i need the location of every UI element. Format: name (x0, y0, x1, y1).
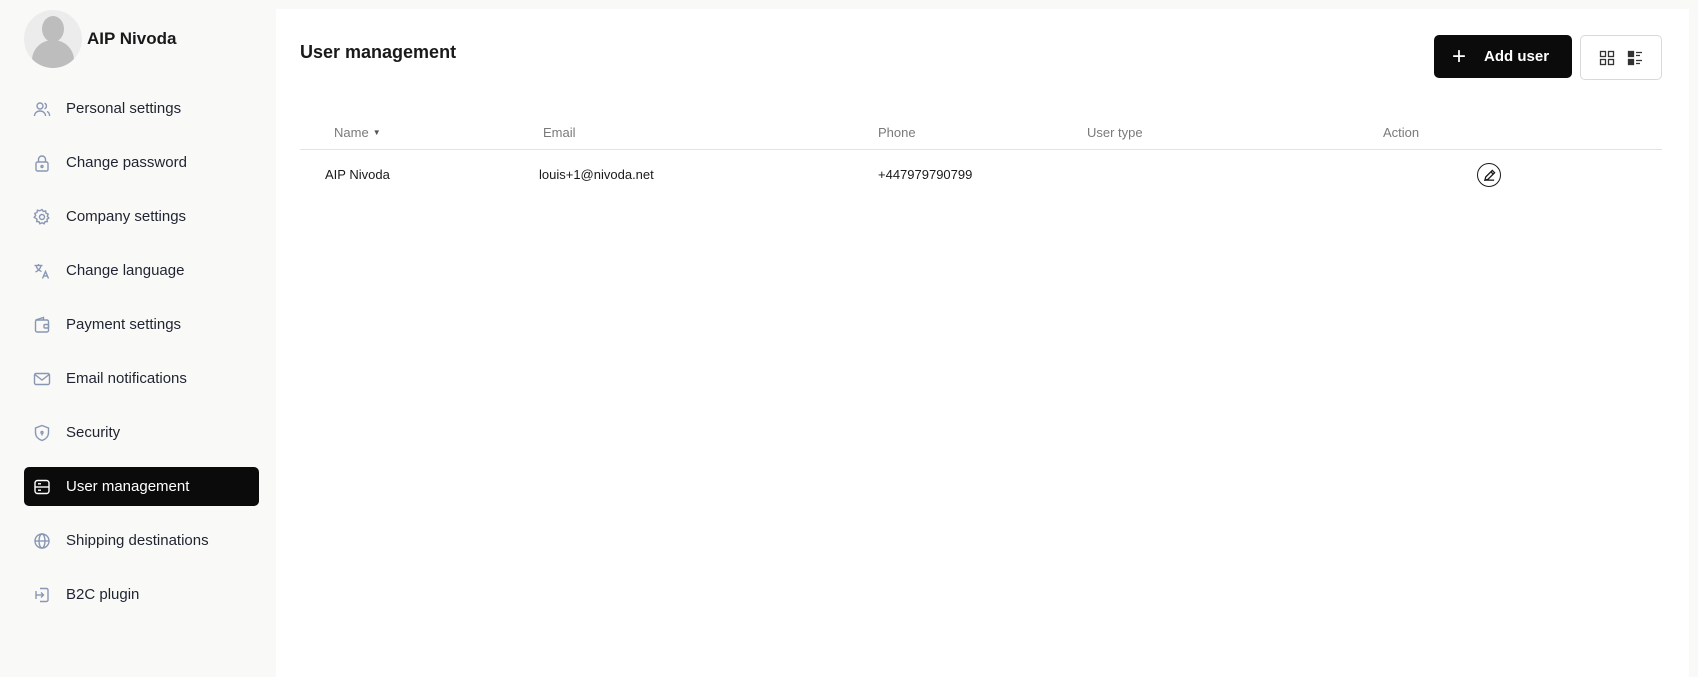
shield-icon (33, 424, 51, 442)
translate-icon (33, 262, 51, 280)
sidebar-item-label: Payment settings (66, 316, 182, 333)
plugin-icon (33, 586, 51, 604)
sidebar-item-label: Change language (66, 262, 185, 279)
plus-icon: + (1452, 42, 1467, 70)
sidebar-item-label: Email notifications (66, 370, 187, 387)
edit-user-button[interactable] (1477, 163, 1501, 187)
sidebar-item-payment-settings[interactable]: Payment settings (24, 305, 259, 344)
table-header: Name ▼ Email Phone User type Action (300, 114, 1662, 150)
avatar (24, 10, 82, 68)
sidebar-item-company-settings[interactable]: Company settings (24, 197, 259, 236)
sidebar-item-security[interactable]: Security (24, 413, 259, 452)
cell-phone: +447979790799 (878, 167, 973, 182)
sidebar-item-change-password[interactable]: Change password (24, 143, 259, 182)
sidebar: AIP Nivoda Personal settings Change pass… (0, 0, 276, 677)
sidebar-item-shipping-destinations[interactable]: Shipping destinations (24, 521, 259, 560)
sidebar-item-label: Change password (66, 154, 187, 171)
column-header-action: Action (1383, 124, 1420, 140)
add-user-button[interactable]: + Add user (1434, 35, 1572, 78)
sort-caret-icon: ▼ (372, 127, 381, 137)
server-icon (33, 478, 51, 496)
sidebar-item-b2c-plugin[interactable]: B2C plugin (24, 575, 259, 614)
sidebar-item-label: Company settings (66, 208, 187, 225)
page-title: User management (300, 42, 457, 62)
column-header-name[interactable]: Name ▼ (334, 114, 381, 150)
sidebar-item-label: B2C plugin (66, 586, 140, 603)
sidebar-item-label: User management (66, 478, 190, 495)
column-header-email: Email (543, 124, 576, 140)
users-icon (33, 100, 51, 118)
sidebar-item-change-language[interactable]: Change language (24, 251, 259, 290)
mail-icon (33, 370, 51, 388)
column-header-label: Name (334, 124, 369, 140)
sidebar-item-user-management[interactable]: User management (24, 467, 259, 506)
pencil-icon (1483, 168, 1496, 181)
app: AIP Nivoda Personal settings Change pass… (0, 0, 1698, 677)
sidebar-nav: Personal settings Change password Compan… (24, 89, 259, 629)
lock-icon (33, 154, 51, 172)
add-user-label: Add user (1484, 48, 1550, 65)
wallet-icon (33, 316, 51, 334)
sidebar-item-email-notifications[interactable]: Email notifications (24, 359, 259, 398)
sidebar-item-label: Personal settings (66, 100, 182, 117)
column-header-phone: Phone (878, 124, 916, 140)
sidebar-item-label: Security (66, 424, 121, 441)
cell-email: louis+1@nivoda.net (539, 167, 654, 182)
globe-icon (33, 532, 51, 550)
grid-view-icon[interactable] (1599, 50, 1615, 66)
table-row: AIP Nivoda louis+1@nivoda.net +447979790… (300, 151, 1662, 197)
sidebar-item-label: Shipping destinations (66, 532, 209, 549)
column-header-user-type: User type (1087, 124, 1143, 140)
main-panel: User management + Add user Name ▼ Email … (276, 9, 1689, 677)
profile: AIP Nivoda (24, 10, 176, 68)
sidebar-item-personal-settings[interactable]: Personal settings (24, 89, 259, 128)
cell-name: AIP Nivoda (325, 167, 390, 182)
list-view-icon[interactable] (1627, 50, 1643, 66)
profile-name: AIP Nivoda (87, 29, 177, 48)
gear-icon (33, 208, 51, 226)
view-toggle (1580, 35, 1662, 80)
